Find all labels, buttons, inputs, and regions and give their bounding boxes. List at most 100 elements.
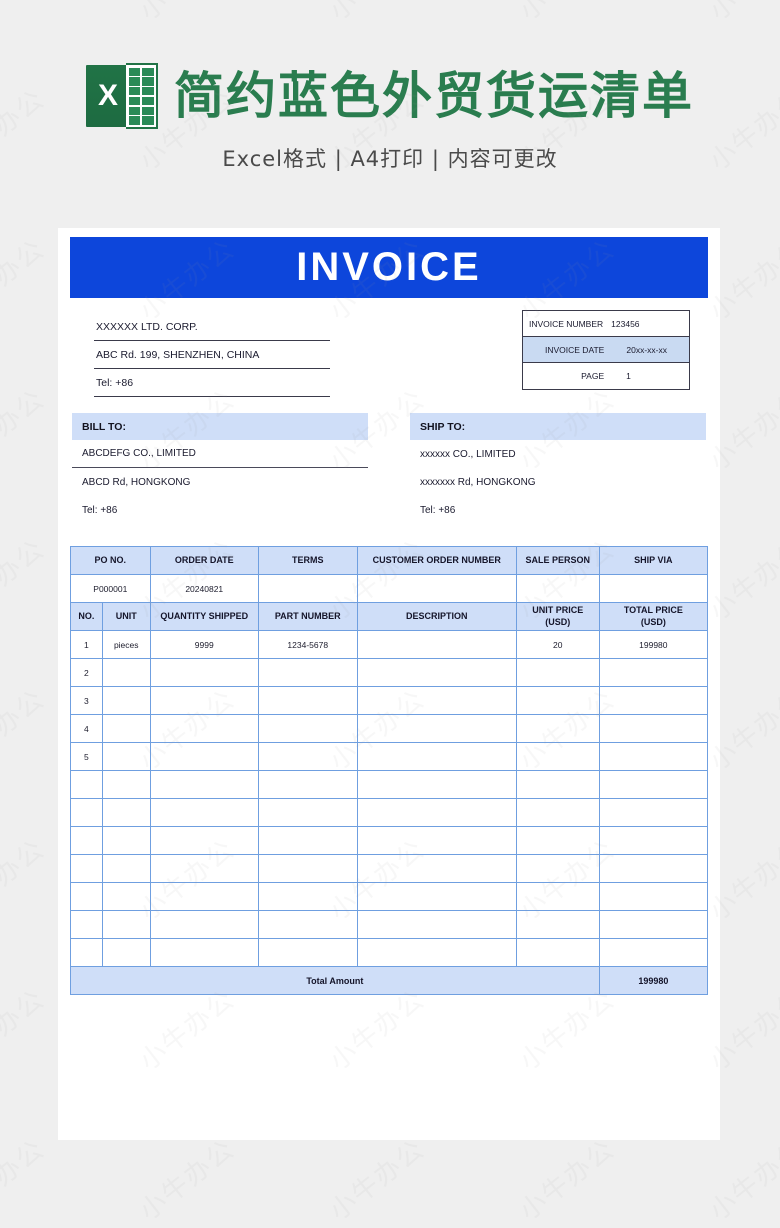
td-unit[interactable]: [102, 939, 150, 967]
td-total-price[interactable]: [599, 827, 707, 855]
invoice-date-row: INVOICE DATE 20xx-xx-xx: [523, 337, 689, 363]
td-unit-price[interactable]: 20: [516, 631, 599, 659]
th-total-price-line1: TOTAL PRICE: [624, 605, 683, 615]
td-quantity-shipped[interactable]: [150, 855, 258, 883]
td-ship-via[interactable]: [599, 575, 707, 603]
th-unit-price-line2: (USD): [545, 617, 570, 627]
invoice-number-row: INVOICE NUMBER 123456: [523, 311, 689, 337]
td-part-number[interactable]: [258, 939, 357, 967]
td-part-number[interactable]: [258, 687, 357, 715]
td-unit-price[interactable]: [516, 883, 599, 911]
td-total-price[interactable]: [599, 743, 707, 771]
td-quantity-shipped[interactable]: [150, 911, 258, 939]
table-row: 5: [71, 743, 708, 771]
td-no[interactable]: 3: [71, 687, 103, 715]
td-total-price[interactable]: [599, 939, 707, 967]
td-unit-price[interactable]: [516, 911, 599, 939]
td-total-price[interactable]: 199980: [599, 631, 707, 659]
td-unit[interactable]: [102, 687, 150, 715]
td-unit-price[interactable]: [516, 799, 599, 827]
td-part-number[interactable]: [258, 911, 357, 939]
td-quantity-shipped[interactable]: [150, 883, 258, 911]
td-quantity-shipped[interactable]: [150, 659, 258, 687]
td-description[interactable]: [357, 659, 516, 687]
td-part-number[interactable]: 1234-5678: [258, 631, 357, 659]
td-no[interactable]: 5: [71, 743, 103, 771]
td-unit[interactable]: [102, 799, 150, 827]
td-no[interactable]: [71, 771, 103, 799]
td-unit-price[interactable]: [516, 855, 599, 883]
td-part-number[interactable]: [258, 855, 357, 883]
td-quantity-shipped[interactable]: [150, 715, 258, 743]
td-total-price[interactable]: [599, 771, 707, 799]
td-unit[interactable]: pieces: [102, 631, 150, 659]
td-unit[interactable]: [102, 743, 150, 771]
td-part-number[interactable]: [258, 715, 357, 743]
td-unit-price[interactable]: [516, 687, 599, 715]
td-description[interactable]: [357, 883, 516, 911]
td-unit-price[interactable]: [516, 771, 599, 799]
td-sale-person[interactable]: [516, 575, 599, 603]
td-no[interactable]: [71, 939, 103, 967]
td-quantity-shipped[interactable]: [150, 939, 258, 967]
td-quantity-shipped[interactable]: [150, 827, 258, 855]
td-description[interactable]: [357, 771, 516, 799]
td-part-number[interactable]: [258, 771, 357, 799]
td-description[interactable]: [357, 911, 516, 939]
td-description[interactable]: [357, 799, 516, 827]
td-quantity-shipped[interactable]: [150, 743, 258, 771]
banner-subtitle: Excel格式 | A4打印 | 内容可更改: [222, 143, 557, 173]
td-no[interactable]: [71, 855, 103, 883]
order-data-row: P000001 20240821: [71, 575, 708, 603]
invoice-page-value: 1: [626, 371, 631, 381]
td-description[interactable]: [357, 687, 516, 715]
td-unit[interactable]: [102, 771, 150, 799]
td-total-price[interactable]: [599, 659, 707, 687]
td-description[interactable]: [357, 939, 516, 967]
td-part-number[interactable]: [258, 883, 357, 911]
td-quantity-shipped[interactable]: 9999: [150, 631, 258, 659]
td-terms[interactable]: [258, 575, 357, 603]
td-total-price[interactable]: [599, 911, 707, 939]
td-part-number[interactable]: [258, 827, 357, 855]
td-quantity-shipped[interactable]: [150, 771, 258, 799]
td-unit-price[interactable]: [516, 939, 599, 967]
th-part-number: PART NUMBER: [258, 603, 357, 631]
order-header-row: PO NO. ORDER DATE TERMS CUSTOMER ORDER N…: [71, 547, 708, 575]
td-unit-price[interactable]: [516, 827, 599, 855]
td-part-number[interactable]: [258, 659, 357, 687]
td-description[interactable]: [357, 743, 516, 771]
td-no[interactable]: [71, 883, 103, 911]
td-total-price[interactable]: [599, 799, 707, 827]
td-unit[interactable]: [102, 715, 150, 743]
td-quantity-shipped[interactable]: [150, 799, 258, 827]
td-unit[interactable]: [102, 911, 150, 939]
td-description[interactable]: [357, 715, 516, 743]
td-part-number[interactable]: [258, 799, 357, 827]
td-part-number[interactable]: [258, 743, 357, 771]
td-total-price[interactable]: [599, 855, 707, 883]
td-unit[interactable]: [102, 827, 150, 855]
td-total-price[interactable]: [599, 883, 707, 911]
td-po-no[interactable]: P000001: [71, 575, 151, 603]
td-quantity-shipped[interactable]: [150, 687, 258, 715]
td-description[interactable]: [357, 855, 516, 883]
td-unit[interactable]: [102, 659, 150, 687]
td-no[interactable]: 1: [71, 631, 103, 659]
td-no[interactable]: 4: [71, 715, 103, 743]
td-order-date[interactable]: 20240821: [150, 575, 258, 603]
td-unit[interactable]: [102, 855, 150, 883]
td-unit-price[interactable]: [516, 659, 599, 687]
td-description[interactable]: [357, 827, 516, 855]
td-no[interactable]: [71, 827, 103, 855]
td-total-price[interactable]: [599, 687, 707, 715]
td-customer-order-number[interactable]: [357, 575, 516, 603]
td-unit-price[interactable]: [516, 715, 599, 743]
td-unit[interactable]: [102, 883, 150, 911]
td-description[interactable]: [357, 631, 516, 659]
td-unit-price[interactable]: [516, 743, 599, 771]
td-no[interactable]: [71, 911, 103, 939]
td-total-price[interactable]: [599, 715, 707, 743]
td-no[interactable]: [71, 799, 103, 827]
td-no[interactable]: 2: [71, 659, 103, 687]
